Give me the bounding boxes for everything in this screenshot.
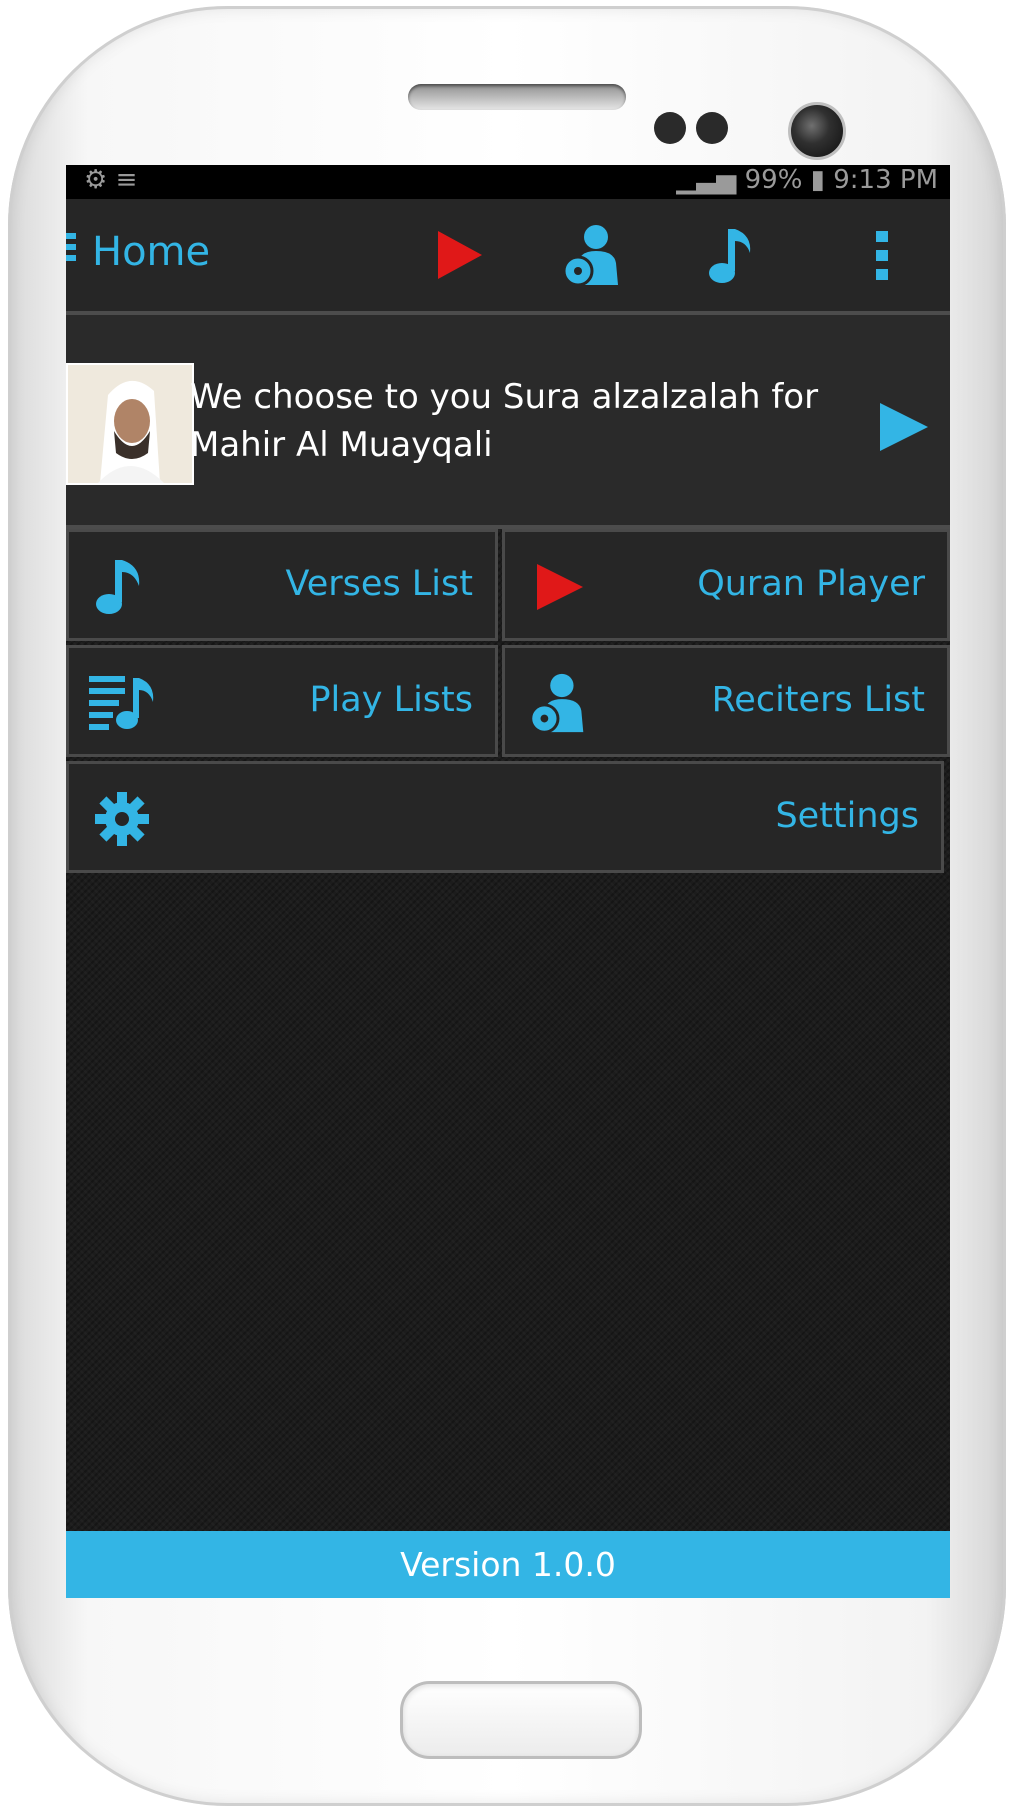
reciter-avatar — [66, 363, 194, 485]
play-lists-label: Play Lists — [309, 680, 473, 720]
banner-play-icon[interactable] — [872, 397, 932, 457]
music-note-icon — [709, 229, 751, 283]
playlist-icon — [89, 676, 154, 730]
banner-message: We choose to you Sura alzalzalah for Mah… — [190, 377, 819, 465]
reciter-icon — [529, 673, 584, 734]
status-bar: ⚙ ≡ ▁▃▅ 99% ▮ 9:13 PM — [66, 165, 950, 199]
quran-player-label: Quran Player — [697, 564, 925, 604]
reciter-photo-image — [68, 365, 192, 483]
play-lists-tile[interactable]: Play Lists — [66, 645, 498, 757]
front-camera — [788, 102, 846, 160]
overflow-menu-button[interactable] — [846, 219, 918, 291]
light-sensor — [696, 112, 728, 144]
home-key-button[interactable] — [400, 1681, 642, 1759]
music-note-icon — [96, 560, 140, 614]
earpiece-speaker — [408, 84, 626, 110]
play-icon — [438, 231, 482, 279]
verses-list-label: Verses List — [285, 564, 473, 604]
reciters-list-tile[interactable]: Reciters List — [502, 645, 950, 757]
status-notification-icons: ⚙ ≡ — [84, 165, 138, 195]
quran-player-tile[interactable]: Quran Player — [502, 529, 950, 641]
action-bar: Home — [66, 199, 950, 315]
settings-label: Settings — [775, 796, 919, 836]
settings-tile[interactable]: Settings — [66, 761, 944, 873]
verses-list-tile[interactable]: Verses List — [66, 529, 498, 641]
home-title[interactable]: Home — [92, 229, 210, 275]
suggestion-banner[interactable]: We choose to you Sura alzalzalah for Mah… — [66, 315, 950, 529]
gear-icon — [95, 792, 149, 846]
app-screen: ⚙ ≡ ▁▃▅ 99% ▮ 9:13 PM Home We choose to … — [66, 165, 950, 1598]
play-icon — [537, 564, 583, 610]
reciters-list-label: Reciters List — [711, 680, 925, 720]
reciter-icon — [562, 225, 618, 287]
overflow-menu-icon — [876, 231, 888, 280]
proximity-sensor — [654, 112, 686, 144]
version-footer: Version 1.0.0 — [66, 1531, 950, 1598]
drawer-menu-icon[interactable] — [66, 233, 76, 271]
status-system-info: ▁▃▅ 99% ▮ 9:13 PM — [676, 165, 938, 195]
reciters-button[interactable] — [556, 219, 628, 291]
play-button[interactable] — [422, 219, 494, 291]
audio-button[interactable] — [696, 219, 768, 291]
